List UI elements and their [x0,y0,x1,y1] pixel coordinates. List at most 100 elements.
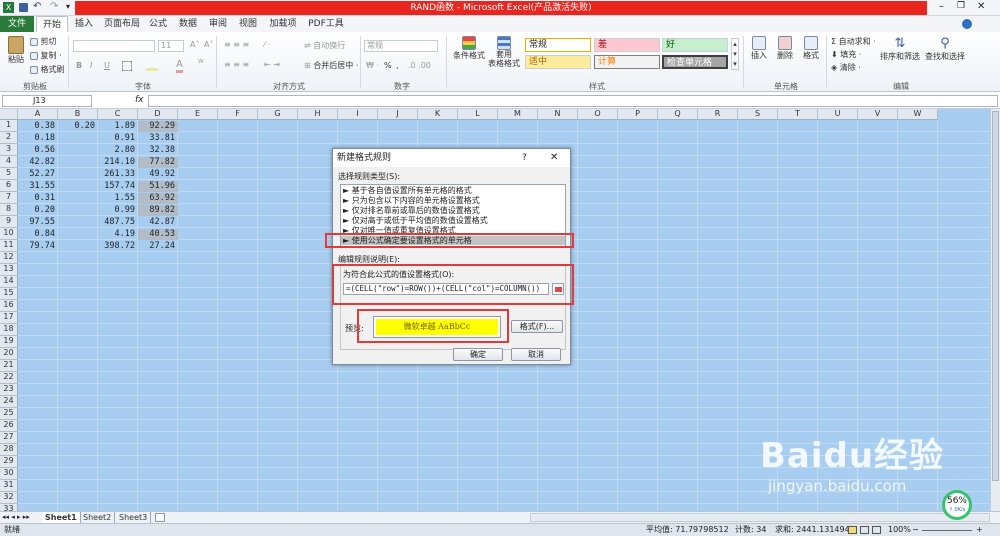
insert-cells-button[interactable]: 插入 [748,36,770,61]
zoom-level[interactable]: 100% [888,524,911,536]
cell-d9[interactable]: 42.87 [138,217,178,228]
column-header[interactable]: A [18,109,58,120]
row-header[interactable]: 19 [0,336,18,348]
column-header[interactable]: L [458,109,498,120]
cell-a4[interactable]: 42.82 [18,157,58,168]
merge-center-button[interactable]: ⊞ 合并后居中 · [304,60,358,71]
column-header[interactable]: K [418,109,458,120]
number-format-select[interactable]: 常规 [364,40,438,52]
wrap-text-button[interactable]: ⇌ 自动换行 [304,40,345,51]
format-as-table-button[interactable]: 套用 表格格式 [488,36,520,68]
row-header[interactable]: 5 [0,168,18,180]
collapse-dialog-icon[interactable] [552,283,564,295]
ok-button[interactable]: 确定 [453,348,503,361]
align-left-icon[interactable]: ≡ ≡ ≡ [224,60,249,69]
row-header[interactable]: 25 [0,408,18,420]
column-header[interactable]: M [498,109,538,120]
qat-customize-icon[interactable]: ▾ [66,2,70,11]
cell-d1[interactable]: 92.29 [138,121,178,132]
style-neutral[interactable]: 适中 [525,55,591,69]
currency-icon[interactable]: ₩ · [366,61,379,70]
fill-color-icon[interactable] [146,61,158,71]
italic-button[interactable]: I [90,61,92,70]
redo-icon[interactable]: ↷ [50,1,58,12]
format-painter-button[interactable]: 格式刷 [30,64,65,75]
delete-cells-button[interactable]: 删除 [774,36,796,61]
row-header[interactable]: 7 [0,192,18,204]
sheet-tab[interactable]: Sheet2 [80,512,116,523]
column-header[interactable]: W [898,109,938,120]
dialog-close-icon[interactable]: ✕ [550,152,558,163]
cell-c5[interactable]: 261.33 [98,169,138,180]
sheet-tab[interactable]: Sheet1 [42,512,81,523]
style-good[interactable]: 好 [662,38,728,52]
tab-data[interactable]: 数据 [176,16,200,32]
select-all-corner[interactable] [0,109,18,120]
cell-b8[interactable] [58,205,98,216]
vertical-scrollbar[interactable] [990,109,1000,511]
save-icon[interactable] [19,3,28,12]
row-header[interactable]: 4 [0,156,18,168]
row-header[interactable]: 33 [0,504,18,511]
row-header[interactable]: 24 [0,396,18,408]
row-header[interactable]: 13 [0,264,18,276]
column-header[interactable]: D [138,109,178,120]
cell-d4[interactable]: 77.82 [138,157,178,168]
style-calculation[interactable]: 计算 [594,55,660,69]
cell-d8[interactable]: 89.82 [138,205,178,216]
format-button[interactable]: 格式(F)... [511,320,563,333]
cell-a3[interactable]: 0.56 [18,145,58,156]
name-box[interactable]: J13 [2,95,92,107]
zoom-in-button[interactable]: + [976,524,983,536]
row-header[interactable]: 30 [0,468,18,480]
underline-button[interactable]: U [104,61,110,70]
tab-formulas[interactable]: 公式 [146,16,170,32]
row-header[interactable]: 9 [0,216,18,228]
tab-file[interactable]: 文件 [0,16,34,32]
autosum-button[interactable]: Σ 自动求和 · [831,36,876,47]
format-cells-button[interactable]: 格式 [800,36,822,61]
cell-b6[interactable] [58,181,98,192]
sheet-tab[interactable]: Sheet3 [116,512,152,523]
tab-addins[interactable]: 加载项 [266,16,300,32]
decimal-increase-icon[interactable]: .0 .00 [408,61,431,70]
cell-b3[interactable] [58,145,98,156]
page-layout-view-icon[interactable] [860,526,869,534]
tab-home[interactable]: 开始 [36,16,68,32]
tab-view[interactable]: 视图 [236,16,260,32]
cell-b5[interactable] [58,169,98,180]
column-header[interactable]: J [378,109,418,120]
style-bad[interactable]: 差 [594,38,660,52]
cell-b9[interactable] [58,217,98,228]
font-color-icon[interactable]: A [176,59,183,73]
style-normal[interactable]: 常规 [525,38,591,52]
cell-b1[interactable]: 0.20 [58,121,98,132]
row-header[interactable]: 21 [0,360,18,372]
cell-c7[interactable]: 1.55 [98,193,138,204]
row-header[interactable]: 32 [0,492,18,504]
column-header[interactable]: G [258,109,298,120]
conditional-format-button[interactable]: 条件格式 [452,36,486,61]
row-header[interactable]: 28 [0,444,18,456]
row-header[interactable]: 14 [0,276,18,288]
formula-field[interactable]: =(CELL("row")=ROW())+(CELL("col")=COLUMN… [343,283,549,295]
help-icon[interactable] [962,19,972,29]
insert-sheet-icon[interactable] [155,513,165,522]
fill-button[interactable]: ⬇ 填充 · [831,49,861,60]
column-header[interactable]: E [178,109,218,120]
row-header[interactable]: 1 [0,120,18,132]
tab-insert[interactable]: 插入 [72,16,96,32]
formula-input[interactable] [148,95,998,107]
cell-a5[interactable]: 52.27 [18,169,58,180]
cell-c8[interactable]: 0.99 [98,205,138,216]
cell-b10[interactable] [58,229,98,240]
font-name-select[interactable] [73,40,155,52]
row-header[interactable]: 12 [0,252,18,264]
tab-review[interactable]: 审阅 [206,16,230,32]
tab-pdf[interactable]: PDF工具 [306,16,346,32]
restore-icon[interactable]: ❐ [957,1,965,11]
column-header[interactable]: T [778,109,818,120]
cell-c11[interactable]: 398.72 [98,241,138,252]
tab-page-layout[interactable]: 页面布局 [102,16,142,32]
row-header[interactable]: 17 [0,312,18,324]
